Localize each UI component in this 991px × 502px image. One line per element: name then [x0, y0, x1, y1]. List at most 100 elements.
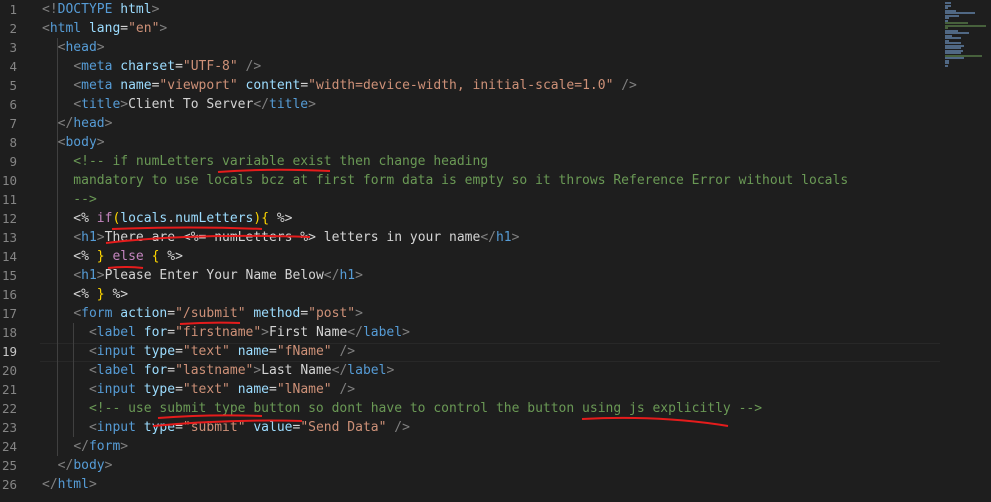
code-token: input: [96, 344, 136, 359]
code-token: "post": [308, 306, 356, 321]
line-number[interactable]: 10: [0, 171, 17, 190]
code-token: >: [261, 325, 269, 340]
minimap-line: [945, 64, 948, 67]
code-line[interactable]: <% if(locals.numLetters){ %>: [42, 209, 292, 228]
line-number[interactable]: 14: [0, 247, 17, 266]
code-token: >: [120, 97, 129, 112]
code-token: %>: [104, 287, 129, 302]
line-number[interactable]: 2: [0, 19, 17, 38]
code-token: </: [323, 268, 340, 283]
code-token: >: [308, 97, 316, 112]
code-token: </: [480, 230, 496, 245]
line-number[interactable]: 22: [0, 399, 17, 418]
code-line[interactable]: <input type="text" name="lName" />: [42, 380, 355, 399]
code-token: name: [120, 78, 152, 93]
line-number[interactable]: 3: [0, 38, 17, 57]
code-editor[interactable]: 1 2 3 4 5 6 7 8 9 10 11 12 13 14 15 16 17 18 19 20 21 22 23 24 2…: [0, 0, 991, 502]
code-line[interactable]: <title>Client To Server</title>: [42, 95, 316, 114]
line-number[interactable]: 15: [0, 266, 17, 285]
line-number[interactable]: 8: [0, 133, 17, 152]
code-line[interactable]: </form>: [42, 437, 128, 456]
line-number[interactable]: 24: [0, 437, 17, 456]
code-line[interactable]: <meta name="viewport" content="width=dev…: [42, 76, 637, 95]
code-token: "fName": [276, 344, 332, 359]
code-line[interactable]: <label for="firstname">First Name</label…: [42, 323, 410, 342]
code-token: <%: [42, 249, 97, 264]
line-number[interactable]: 11: [0, 190, 17, 209]
code-line[interactable]: <meta charset="UTF-8" />: [42, 57, 261, 76]
line-number[interactable]: 18: [0, 323, 17, 342]
code-token: numLetters: [175, 211, 254, 226]
code-token: "UTF-8": [182, 59, 238, 74]
code-line[interactable]: <body>: [42, 133, 105, 152]
code-token: name: [237, 344, 270, 359]
code-token: <: [88, 382, 97, 397]
code-text-area[interactable]: <!DOCTYPE html> <html lang="en"> <head> <…: [42, 0, 941, 502]
code-token: />: [245, 59, 262, 74]
code-line[interactable]: <h1>There are <%= numLetters %> letters …: [42, 228, 519, 247]
line-number[interactable]: 9: [0, 152, 17, 171]
line-number[interactable]: 6: [0, 95, 17, 114]
code-token: "text": [182, 344, 230, 359]
line-number[interactable]: 17: [0, 304, 17, 323]
code-token: >: [151, 2, 160, 17]
code-token: <: [73, 78, 82, 93]
code-token: >: [355, 306, 363, 321]
code-token: form: [88, 439, 121, 454]
code-token: <: [88, 325, 97, 340]
code-token: </: [253, 97, 269, 112]
code-line[interactable]: <label for="lastname">Last Name</label>: [42, 361, 394, 380]
line-number[interactable]: 19: [0, 342, 17, 361]
line-number[interactable]: 1: [0, 0, 17, 19]
line-number-gutter[interactable]: 1 2 3 4 5 6 7 8 9 10 11 12 13 14 15 16 17 18 19 20 21 22 23 24 2…: [0, 0, 40, 502]
code-line[interactable]: mandatory to use locals bcz at first for…: [42, 171, 848, 190]
code-token: =: [300, 306, 309, 321]
line-number[interactable]: 21: [0, 380, 17, 399]
minimap[interactable]: [943, 0, 991, 70]
code-token: =: [167, 325, 176, 340]
line-number[interactable]: 23: [0, 418, 17, 437]
line-number[interactable]: 5: [0, 76, 17, 95]
code-line[interactable]: <input type="submit" value="Send Data" /…: [42, 418, 410, 437]
line-number[interactable]: 7: [0, 114, 17, 133]
line-number[interactable]: 25: [0, 456, 17, 475]
code-line[interactable]: <!-- use submit type button so dont have…: [42, 399, 762, 418]
line-number[interactable]: 16: [0, 285, 17, 304]
code-line[interactable]: </head>: [42, 114, 113, 133]
code-line[interactable]: <% } else { %>: [42, 247, 183, 266]
code-token: =: [175, 344, 183, 359]
line-number[interactable]: 4: [0, 57, 17, 76]
line-number[interactable]: 12: [0, 209, 17, 228]
code-token: locals: [120, 211, 168, 226]
code-token: <%: [42, 211, 97, 226]
code-line[interactable]: </body>: [42, 456, 113, 475]
code-token: <: [42, 21, 50, 36]
code-line[interactable]: <!-- if numLetters variable exist then c…: [42, 152, 488, 171]
code-line[interactable]: <form action="/submit" method="post">: [42, 304, 363, 323]
line-number[interactable]: 26: [0, 475, 17, 494]
code-token: "/submit": [175, 306, 246, 321]
code-token: for: [143, 325, 168, 340]
code-line[interactable]: -->: [42, 190, 97, 209]
code-token: "viewport": [159, 78, 238, 93]
code-line[interactable]: <html lang="en">: [42, 19, 167, 38]
line-number[interactable]: 13: [0, 228, 17, 247]
code-line[interactable]: <!DOCTYPE html>: [42, 0, 159, 19]
code-line[interactable]: <h1>Please Enter Your Name Below</h1>: [42, 266, 363, 285]
code-token: meta: [81, 59, 113, 74]
code-token: />: [339, 382, 356, 397]
code-line[interactable]: <input type="text" name="fName" />: [42, 342, 355, 361]
code-token: .: [167, 211, 176, 226]
code-line[interactable]: </html>: [42, 475, 97, 494]
line-number[interactable]: 20: [0, 361, 17, 380]
code-line[interactable]: <head>: [42, 38, 105, 57]
code-line[interactable]: <% } %>: [42, 285, 128, 304]
code-token: There are <%= numLetters %> letters in y…: [104, 230, 481, 245]
